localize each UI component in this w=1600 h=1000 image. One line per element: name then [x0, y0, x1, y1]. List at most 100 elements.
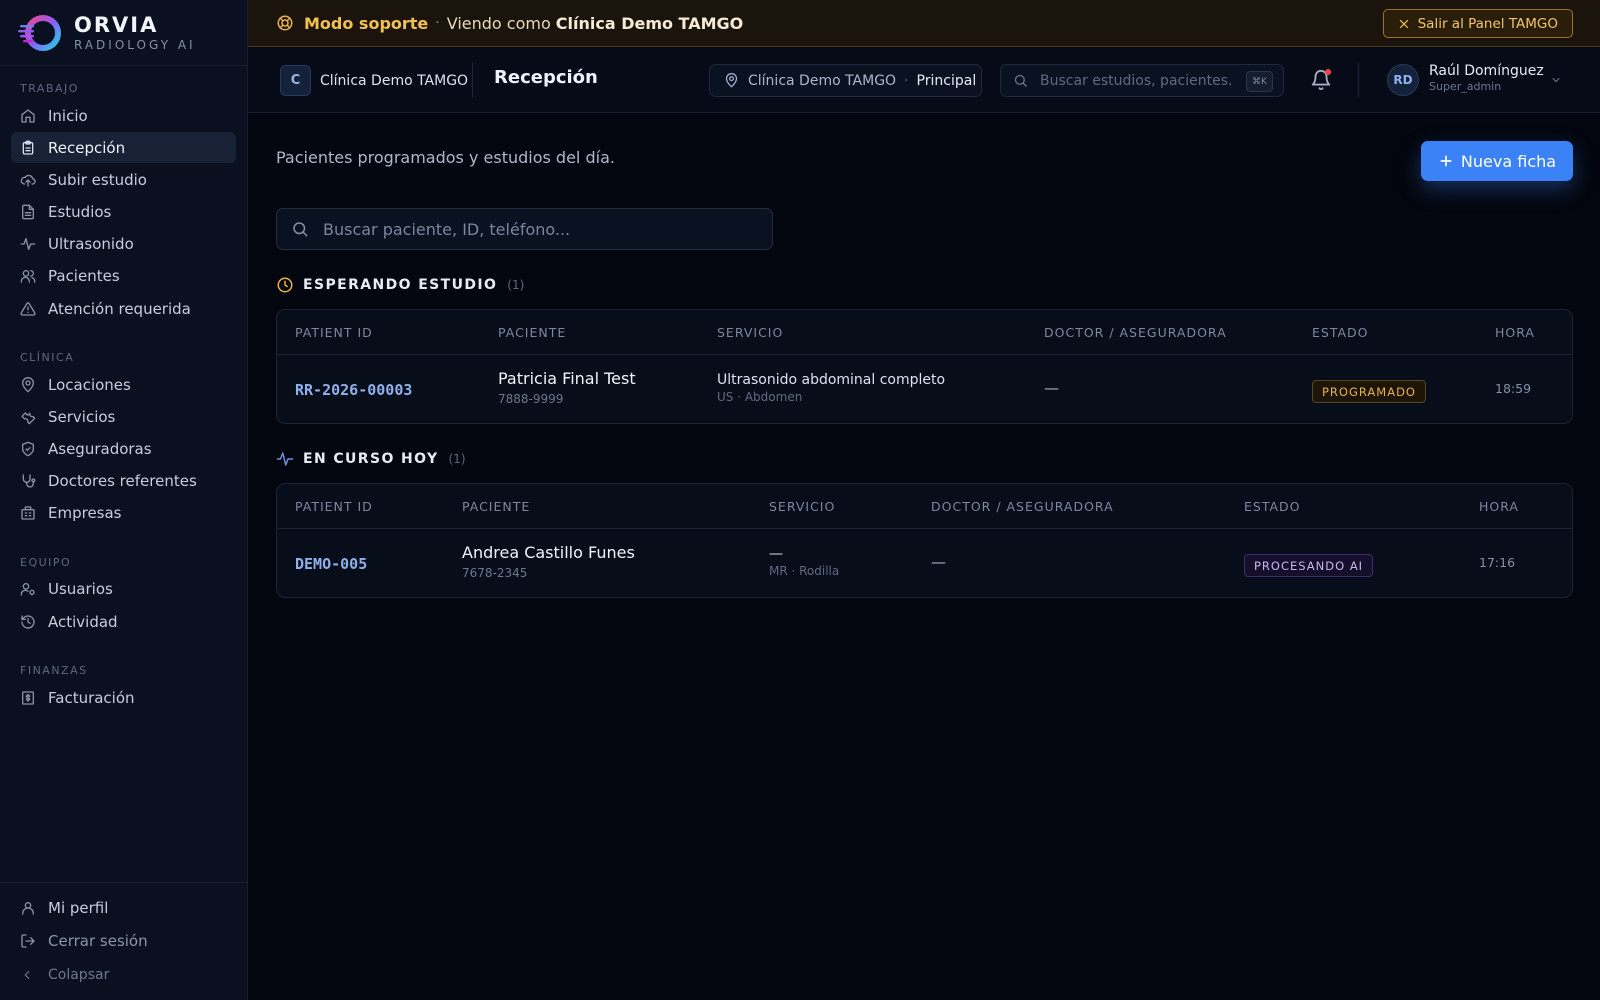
patient-search-input[interactable]	[323, 219, 763, 239]
sidebar-item-label: Subir estudio	[48, 170, 147, 189]
sidebar-item-label: Recepción	[48, 138, 126, 157]
table-row[interactable]: RR-2026-00003 Patricia Final Test 7888-9…	[277, 355, 1572, 423]
map-pin-icon	[725, 73, 738, 88]
doctor-insurer: —	[931, 553, 946, 571]
activity-icon	[276, 452, 294, 466]
new-record-button[interactable]: Nueva ficha	[1421, 141, 1573, 181]
map-pin-icon	[22, 376, 34, 392]
sidebar-item-facturacion[interactable]: Facturación	[11, 682, 236, 713]
user-name[interactable]: Raúl Domínguez	[1429, 63, 1544, 79]
column-header[interactable]: PATIENT ID	[295, 499, 373, 514]
sidebar-footer: Mi perfil Cerrar sesión Colapsar	[0, 881, 247, 1000]
appointment-time: 18:59	[1495, 381, 1532, 396]
chevron-down-icon[interactable]	[1550, 74, 1562, 86]
sidebar-item-locaciones[interactable]: Locaciones	[11, 369, 236, 400]
location-separator: ·	[904, 72, 909, 89]
status-badge: PROGRAMADO	[1312, 380, 1426, 403]
log-out-icon	[21, 933, 35, 948]
shield-icon	[22, 441, 34, 457]
sidebar-item-atencion-requerida[interactable]: Atención requerida	[11, 293, 236, 324]
status-badge: PROCESANDO AI	[1244, 554, 1374, 577]
divider	[472, 63, 473, 97]
location-selector[interactable]: Clínica Demo TAMGO · Principal	[709, 64, 982, 97]
sidebar-item-pacientes[interactable]: Pacientes	[11, 261, 236, 292]
sidebar-item-label: Actividad	[48, 612, 118, 631]
user-icon	[22, 902, 34, 915]
collapse-label: Colapsar	[48, 967, 110, 983]
appointment-time: 17:16	[1479, 555, 1516, 570]
support-clinic-name: Clínica Demo TAMGO	[555, 13, 744, 33]
column-header[interactable]: PACIENTE	[462, 499, 530, 514]
global-search-input[interactable]	[1040, 72, 1232, 89]
user-avatar[interactable]: RD	[1387, 64, 1419, 96]
user-cog-icon	[20, 583, 35, 597]
column-header[interactable]: HORA	[1495, 325, 1535, 340]
clinic-switcher[interactable]: C Clínica Demo TAMGO	[280, 65, 468, 96]
exit-support-button[interactable]: Salir al Panel TAMGO	[1382, 9, 1573, 38]
plus-icon	[1440, 155, 1452, 167]
column-header[interactable]: SERVICIO	[769, 499, 835, 514]
clinic-name: Clínica Demo TAMGO	[320, 72, 469, 89]
patient-name: Andrea Castillo Funes	[462, 543, 635, 562]
history-icon	[21, 614, 35, 629]
brand[interactable]: ORVIA RADIOLOGY AI	[0, 0, 247, 66]
sidebar-item-label: Pacientes	[48, 267, 120, 286]
section-title: EN CURSO HOY	[303, 451, 439, 467]
cloud-upload-icon	[20, 174, 36, 187]
service-detail: US · Abdomen	[717, 390, 803, 404]
column-header[interactable]: PATIENT ID	[295, 325, 373, 340]
doctor-insurer: —	[1044, 379, 1059, 397]
sidebar-item-label: Inicio	[48, 106, 88, 125]
global-search[interactable]: ⌘K	[1000, 64, 1284, 97]
column-header[interactable]: PACIENTE	[498, 325, 566, 340]
patient-search[interactable]	[276, 208, 773, 250]
column-header[interactable]: ESTADO	[1312, 325, 1369, 340]
patient-id-link[interactable]: RR-2026-00003	[295, 381, 412, 399]
sidebar-item-ultrasonido[interactable]: Ultrasonido	[11, 229, 236, 260]
service-name: Ultrasonido abdominal completo	[717, 372, 946, 388]
column-header[interactable]: DOCTOR / ASEGURADORA	[931, 499, 1114, 514]
chevron-left-icon	[24, 970, 30, 980]
divider	[1358, 63, 1359, 97]
receipt-icon	[22, 690, 34, 705]
column-header[interactable]: DOCTOR / ASEGURADORA	[1044, 325, 1227, 340]
table-row[interactable]: DEMO-005 Andrea Castillo Funes 7678-2345…	[277, 529, 1572, 597]
sidebar-item-aseguradoras[interactable]: Aseguradoras	[11, 434, 236, 465]
wrench-icon	[21, 412, 36, 425]
nav-section-title: FINANZAS	[20, 664, 88, 678]
patient-phone: 7678-2345	[462, 566, 528, 580]
page-title: Recepción	[494, 67, 598, 88]
column-header[interactable]: HORA	[1479, 499, 1519, 514]
column-header[interactable]: ESTADO	[1244, 499, 1301, 514]
sidebar-item-actividad[interactable]: Actividad	[11, 606, 236, 637]
sidebar-item-empresas[interactable]: Empresas	[11, 498, 236, 529]
sidebar-item-inicio[interactable]: Inicio	[11, 100, 236, 131]
sidebar-item-servicios[interactable]: Servicios	[11, 401, 236, 432]
sidebar-item-subir-estudio[interactable]: Subir estudio	[11, 164, 236, 195]
lifebuoy-icon	[277, 15, 293, 31]
sidebar-item-mi-perfil[interactable]: Mi perfil	[11, 893, 236, 924]
patient-id-link[interactable]: DEMO-005	[295, 555, 367, 573]
sidebar-item-recepcion[interactable]: Recepción	[11, 132, 236, 164]
patient-phone: 7888-9999	[498, 392, 564, 406]
column-header[interactable]: SERVICIO	[717, 325, 783, 340]
exit-support-label: Salir al Panel TAMGO	[1417, 15, 1558, 32]
collapse-sidebar-button[interactable]: Colapsar	[11, 960, 236, 990]
nav-section-title: CLÍNICA	[20, 351, 75, 365]
support-viewing-label: Viendo como	[446, 13, 551, 33]
clock-icon	[277, 277, 293, 293]
location-branch: Principal	[916, 72, 977, 89]
sidebar-item-usuarios[interactable]: Usuarios	[11, 574, 236, 605]
sidebar-item-cerrar-sesion[interactable]: Cerrar sesión	[11, 925, 236, 956]
section-count: (1)	[507, 278, 525, 292]
sidebar-item-label: Atención requerida	[48, 299, 191, 318]
sidebar-item-estudios[interactable]: Estudios	[11, 197, 236, 228]
page-subtitle: Pacientes programados y estudios del día…	[276, 148, 615, 167]
section-title: ESPERANDO ESTUDIO	[303, 277, 498, 293]
sidebar-item-label: Doctores referentes	[48, 472, 197, 491]
sidebar-item-doctores-referentes[interactable]: Doctores referentes	[11, 466, 236, 497]
service-detail: MR · Rodilla	[769, 564, 840, 578]
notifications-button[interactable]	[1310, 69, 1332, 91]
activity-icon	[20, 238, 36, 251]
sidebar-item-label: Estudios	[48, 203, 112, 222]
